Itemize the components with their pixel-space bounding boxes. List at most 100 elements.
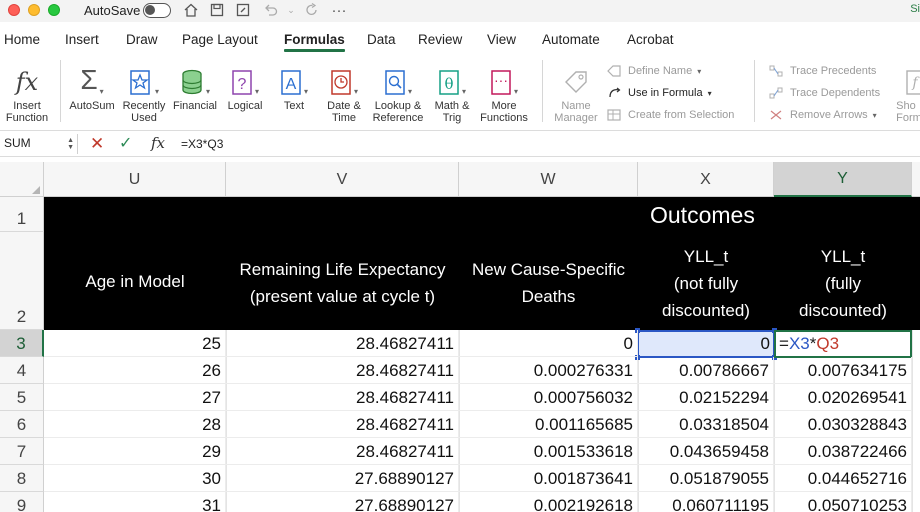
cell-u4[interactable]: 26 [44, 357, 226, 384]
header-yll-not-fully-discounted[interactable]: YLL_t (not fully discounted) [638, 243, 774, 324]
undo-icon[interactable] [262, 1, 280, 19]
name-box-dropdown-icon[interactable]: ▲ ▼ [67, 137, 74, 151]
show-formulas-button[interactable]: f Sho Formu [892, 62, 920, 124]
math-trig-button[interactable]: θ ▾ Math & Trig [430, 62, 474, 124]
tab-page-layout[interactable]: Page Layout [182, 32, 258, 47]
column-header-u[interactable]: U [44, 162, 226, 197]
cell-y7[interactable]: 0.038722466 [774, 438, 912, 465]
cell-u6[interactable]: 28 [44, 411, 226, 438]
cell-x8[interactable]: 0.051879055 [638, 465, 774, 492]
cell-y6[interactable]: 0.030328843 [774, 411, 912, 438]
confirm-entry-icon[interactable]: ✓ [119, 133, 132, 153]
tab-review[interactable]: Review [418, 32, 462, 47]
undo-dropdown-icon[interactable]: ⌄ [282, 1, 300, 19]
row-header-6[interactable]: 6 [0, 411, 44, 438]
cell-x6[interactable]: 0.03318504 [638, 411, 774, 438]
cell-v3[interactable]: 28.46827411 [226, 330, 459, 357]
cell-v4[interactable]: 28.46827411 [226, 357, 459, 384]
cell-x3[interactable]: 0 [638, 330, 774, 357]
cell-v5[interactable]: 28.46827411 [226, 384, 459, 411]
lookup-reference-button[interactable]: ▾ Lookup & Reference [371, 62, 425, 124]
minimize-window-button[interactable] [28, 4, 40, 16]
trace-dependents-button[interactable]: Trace Dependents [768, 86, 880, 100]
cell-u5[interactable]: 27 [44, 384, 226, 411]
tab-insert[interactable]: Insert [65, 32, 99, 47]
cell-v8[interactable]: 27.68890127 [226, 465, 459, 492]
remove-arrows-button[interactable]: Remove Arrows ▾ [768, 108, 877, 122]
cell-v7[interactable]: 28.46827411 [226, 438, 459, 465]
formula-input[interactable]: =X3*Q3 [181, 137, 223, 151]
autosum-button[interactable]: Σ ▾ AutoSum [68, 62, 116, 112]
column-header-w[interactable]: W [459, 162, 638, 197]
select-all-corner[interactable] [0, 162, 44, 197]
insert-function-icon[interactable]: fx [151, 134, 165, 152]
name-manager-button[interactable]: Name Manager [550, 62, 602, 124]
tab-home[interactable]: Home [4, 32, 40, 47]
zoom-window-button[interactable] [48, 4, 60, 16]
cell-w4[interactable]: 0.000276331 [459, 357, 638, 384]
tab-formulas[interactable]: Formulas [284, 32, 345, 52]
header-remaining-life-expectancy[interactable]: Remaining Life Expectancy (present value… [226, 256, 459, 310]
home-icon[interactable] [182, 1, 200, 19]
more-functions-button[interactable]: ··· ▾ More Functions [477, 62, 531, 124]
financial-button[interactable]: ▾ Financial [170, 62, 220, 112]
tab-data[interactable]: Data [367, 32, 396, 47]
cell-y4[interactable]: 0.007634175 [774, 357, 912, 384]
tab-draw[interactable]: Draw [126, 32, 158, 47]
redo-icon[interactable] [303, 1, 321, 19]
save-as-icon[interactable] [234, 1, 252, 19]
cell-w8[interactable]: 0.001873641 [459, 465, 638, 492]
row-header-9[interactable]: 9 [0, 492, 44, 512]
cell-y9[interactable]: 0.050710253 [774, 492, 912, 512]
row-header-4[interactable]: 4 [0, 357, 44, 384]
tab-view[interactable]: View [487, 32, 516, 47]
name-box[interactable]: SUM ▲ ▼ [0, 134, 78, 154]
column-header-y[interactable]: Y [774, 162, 912, 197]
cell-w5[interactable]: 0.000756032 [459, 384, 638, 411]
use-in-formula-button[interactable]: Use in Formula ▾ [606, 86, 712, 100]
tab-automate[interactable]: Automate [542, 32, 600, 47]
more-icon[interactable]: ··· [330, 1, 348, 19]
cell-v9[interactable]: 27.68890127 [226, 492, 459, 512]
row-header-2[interactable]: 2 [0, 232, 44, 330]
header-new-cause-specific-deaths[interactable]: New Cause-Specific Deaths [459, 256, 638, 310]
tab-acrobat[interactable]: Acrobat [627, 32, 674, 47]
cell-y8[interactable]: 0.044652716 [774, 465, 912, 492]
row-header-8[interactable]: 8 [0, 465, 44, 492]
cell-w6[interactable]: 0.001165685 [459, 411, 638, 438]
cell-w7[interactable]: 0.001533618 [459, 438, 638, 465]
cancel-entry-icon[interactable]: ✕ [90, 134, 104, 154]
cell-x5[interactable]: 0.02152294 [638, 384, 774, 411]
recently-used-button[interactable]: ▾ Recently Used [119, 62, 169, 124]
column-header-next[interactable] [912, 162, 920, 197]
cell-y5[interactable]: 0.020269541 [774, 384, 912, 411]
cell-x4[interactable]: 0.00786667 [638, 357, 774, 384]
date-time-button[interactable]: ▾ Date & Time [321, 62, 367, 124]
insert-function-button[interactable]: fx Insert Function [2, 62, 52, 124]
cell-x9[interactable]: 0.060711195 [638, 492, 774, 512]
save-icon[interactable] [208, 1, 226, 19]
define-name-button[interactable]: Define Name ▾ [606, 64, 701, 78]
close-window-button[interactable] [8, 4, 20, 16]
header-yll-fully-discounted[interactable]: YLL_t (fully discounted) [774, 243, 912, 324]
cell-u7[interactable]: 29 [44, 438, 226, 465]
cell-y3-editing[interactable]: =X3*Q3 [774, 330, 912, 358]
trace-precedents-button[interactable]: Trace Precedents [768, 64, 876, 78]
row-header-3[interactable]: 3 [0, 330, 44, 357]
cell-x7[interactable]: 0.043659458 [638, 438, 774, 465]
logical-button[interactable]: ? ▾ Logical [222, 62, 268, 112]
cell-u8[interactable]: 30 [44, 465, 226, 492]
column-header-v[interactable]: V [226, 162, 459, 197]
row-header-7[interactable]: 7 [0, 438, 44, 465]
cell-u9[interactable]: 31 [44, 492, 226, 512]
row-header-5[interactable]: 5 [0, 384, 44, 411]
cell-w9[interactable]: 0.002192618 [459, 492, 638, 512]
text-button[interactable]: A ▾ Text [272, 62, 316, 112]
sign-in-label[interactable]: Si [910, 3, 920, 15]
outcomes-heading[interactable]: Outcomes [650, 202, 755, 229]
autosave-toggle[interactable] [143, 3, 171, 18]
cell-u3[interactable]: 25 [44, 330, 226, 357]
row-header-1[interactable]: 1 [0, 197, 44, 232]
cell-w3[interactable]: 0 [459, 330, 638, 357]
column-header-x[interactable]: X [638, 162, 774, 197]
